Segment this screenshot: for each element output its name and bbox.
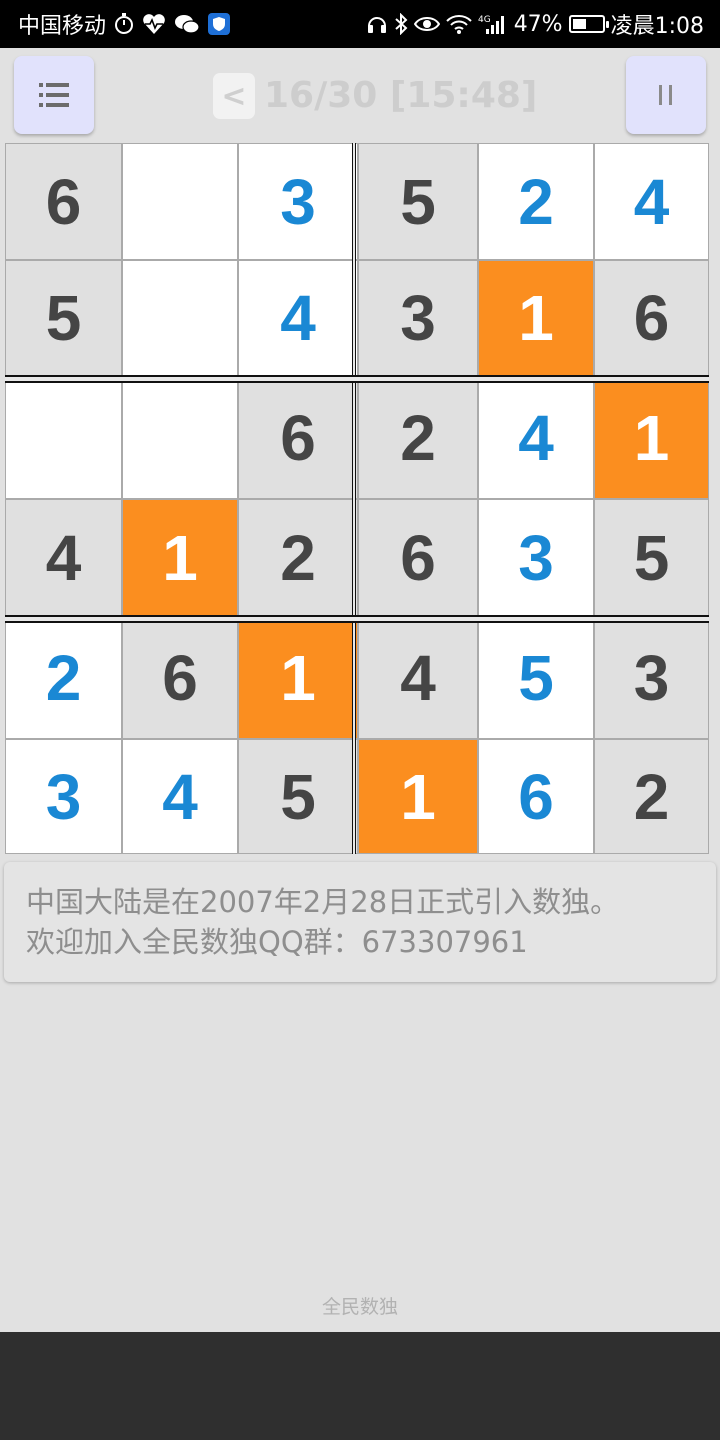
box-divider-horizontal	[5, 615, 709, 623]
status-bar: 中国移动 4G 47% 凌晨1:08	[0, 0, 720, 48]
sudoku-cell[interactable]: 1	[595, 377, 708, 498]
sudoku-cell[interactable]: 4	[595, 144, 708, 259]
sudoku-cell[interactable]: 4	[359, 617, 477, 738]
stopwatch-icon	[114, 0, 134, 48]
pause-icon	[659, 85, 672, 105]
box-divider-horizontal	[5, 375, 709, 383]
sudoku-cell[interactable]: 6	[359, 500, 477, 615]
sudoku-cell[interactable]: 2	[239, 500, 357, 615]
sudoku-cell[interactable]: 4	[479, 377, 593, 498]
sudoku-cell[interactable]: 6	[479, 740, 593, 853]
sudoku-cell[interactable]: 3	[359, 261, 477, 375]
bluetooth-icon	[394, 0, 408, 48]
sudoku-cell[interactable]: 6	[239, 377, 357, 498]
status-left: 中国移动	[18, 0, 231, 48]
sudoku-cell[interactable]: 2	[595, 740, 708, 853]
battery-percent: 47%	[513, 11, 563, 37]
sudoku-cell[interactable]	[123, 261, 237, 375]
sudoku-cell[interactable]: 5	[479, 617, 593, 738]
info-line-qq-group: 欢迎加入全民数独QQ群：673307961	[26, 925, 528, 959]
heart-rate-icon	[142, 0, 166, 48]
signal-4g-icon: 4G	[478, 0, 508, 48]
box-divider-vertical	[352, 143, 356, 854]
navigation-bar	[0, 1332, 720, 1440]
sudoku-cell[interactable]: 3	[239, 144, 357, 259]
carrier-name: 中国移动	[18, 14, 107, 39]
sudoku-cell[interactable]: 3	[479, 500, 593, 615]
previous-puzzle-button[interactable]: <	[213, 73, 255, 119]
battery-icon	[568, 15, 609, 33]
sudoku-cell[interactable]: 5	[239, 740, 357, 853]
sudoku-cell[interactable]: 6	[6, 144, 121, 259]
sudoku-cell[interactable]: 5	[6, 261, 121, 375]
menu-list-icon	[39, 83, 69, 107]
pause-button[interactable]	[626, 56, 706, 134]
sudoku-cell[interactable]: 1	[359, 740, 477, 853]
sudoku-cell[interactable]: 1	[479, 261, 593, 375]
sudoku-cell[interactable]: 1	[239, 617, 357, 738]
menu-button[interactable]	[14, 56, 94, 134]
wechat-icon	[174, 0, 200, 48]
clock: 凌晨1:08	[610, 14, 704, 39]
sudoku-cell[interactable]: 6	[123, 617, 237, 738]
eye-icon	[413, 0, 440, 48]
sudoku-cell[interactable]: 4	[123, 740, 237, 853]
sudoku-cell[interactable]: 3	[595, 617, 708, 738]
info-line-fact: 中国大陆是在2007年2月28日正式引入数独。	[26, 885, 620, 919]
sudoku-cell[interactable]	[123, 144, 237, 259]
sudoku-cell[interactable]	[6, 377, 121, 498]
sudoku-cell[interactable]: 5	[595, 500, 708, 615]
sudoku-board: 63524543166241412635261453345162	[5, 143, 709, 854]
wifi-icon	[445, 0, 472, 48]
sudoku-cell[interactable]: 3	[6, 740, 121, 853]
sudoku-cell[interactable]: 2	[359, 377, 477, 498]
status-right: 4G 47% 凌晨1:08	[366, 0, 704, 48]
headset-icon	[366, 0, 388, 48]
sudoku-cell[interactable]: 2	[6, 617, 121, 738]
sudoku-cell[interactable]	[123, 377, 237, 498]
puzzle-progress-timer: 16/30 [15:48]	[264, 75, 538, 116]
sudoku-cell[interactable]: 2	[479, 144, 593, 259]
sudoku-cell[interactable]: 1	[123, 500, 237, 615]
info-panel: 中国大陆是在2007年2月28日正式引入数独。 欢迎加入全民数独QQ群：6733…	[4, 862, 716, 982]
shield-app-icon	[208, 0, 231, 48]
sudoku-cell[interactable]: 4	[239, 261, 357, 375]
sudoku-cell[interactable]: 5	[359, 144, 477, 259]
svg-text:4G: 4G	[478, 15, 491, 25]
sudoku-cell[interactable]: 6	[595, 261, 708, 375]
sudoku-cell[interactable]: 4	[6, 500, 121, 615]
app-name-footer: 全民数独	[321, 1296, 398, 1318]
